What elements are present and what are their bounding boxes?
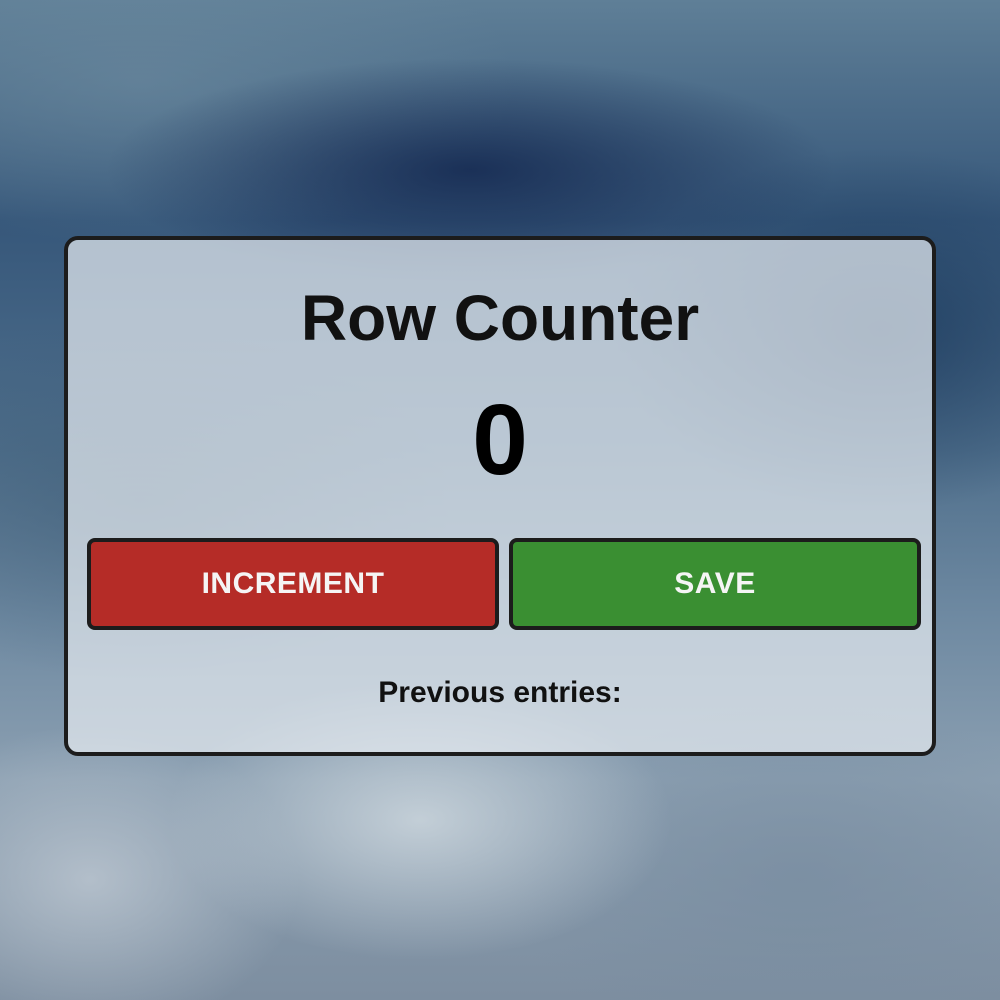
increment-button[interactable]: INCREMENT <box>87 538 499 630</box>
row-count-display: 0 <box>472 384 528 496</box>
previous-entries-label: Previous entries: <box>378 676 622 709</box>
page-title: Row Counter <box>300 282 700 354</box>
counter-card: Row Counter 0 INCREMENT SAVE Previous en… <box>64 236 936 756</box>
save-button[interactable]: SAVE <box>509 538 921 630</box>
